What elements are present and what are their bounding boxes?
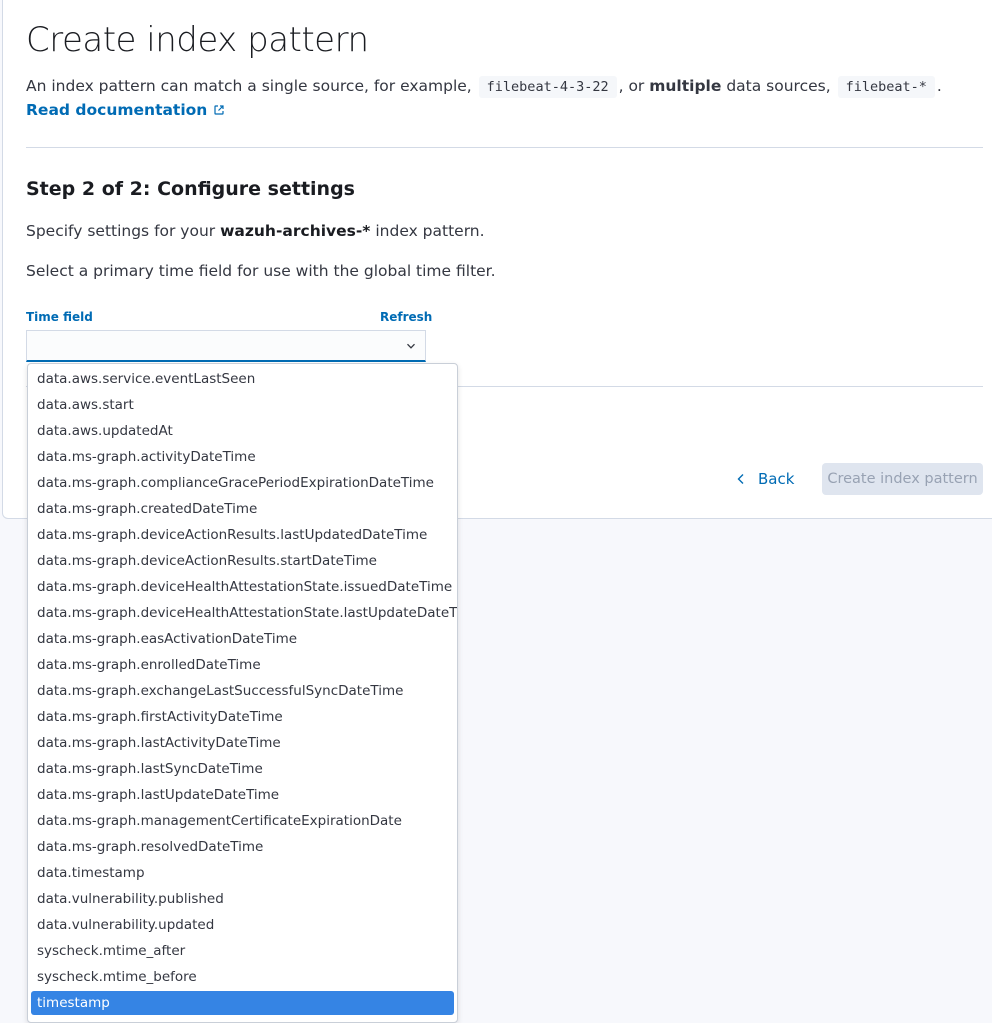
time-field-option[interactable]: data.vulnerability.updated	[31, 913, 454, 937]
time-field-option[interactable]: data.ms-graph.activityDateTime	[31, 445, 454, 469]
refresh-button[interactable]: Refresh	[380, 310, 432, 324]
step-title: Step 2 of 2: Configure settings	[26, 178, 355, 200]
time-field-option[interactable]: data.ms-graph.firstActivityDateTime	[31, 705, 454, 729]
time-field-option[interactable]: data.ms-graph.lastUpdateDateTime	[31, 783, 454, 807]
time-field-option[interactable]: data.ms-graph.managementCertificateExpir…	[31, 809, 454, 833]
time-field-option[interactable]: syscheck.mtime_before	[31, 965, 454, 989]
pattern-name: wazuh-archives-*	[220, 222, 371, 240]
external-link-icon	[214, 105, 224, 115]
intro-bold: multiple	[649, 77, 722, 95]
select-time-field-text: Select a primary time field for use with…	[26, 262, 496, 280]
time-field-option[interactable]: syscheck.mtime_after	[31, 939, 454, 963]
time-field-option[interactable]: data.timestamp	[31, 861, 454, 885]
specify-prefix: Specify settings for your	[26, 222, 221, 240]
time-field-option[interactable]: data.aws.service.eventLastSeen	[31, 367, 454, 391]
read-documentation-link[interactable]: Read documentation	[26, 101, 225, 119]
page-title: Create index pattern	[26, 20, 369, 60]
time-field-select[interactable]	[26, 330, 426, 362]
arrow-left-icon	[737, 474, 744, 484]
time-field-option[interactable]: data.ms-graph.deviceHealthAttestationSta…	[31, 575, 454, 599]
time-field-option[interactable]: data.ms-graph.lastSyncDateTime	[31, 757, 454, 781]
intro-text-part: data sources,	[721, 77, 836, 95]
chevron-down-icon	[407, 343, 415, 349]
intro-text-part: , or	[618, 77, 650, 95]
time-field-dropdown: data.aws.service.eventLastSeen data.aws.s…	[27, 363, 458, 1023]
read-documentation-label: Read documentation	[26, 101, 208, 119]
intro-text-part: .	[936, 77, 942, 95]
intro-text-part: An index pattern can match a single sour…	[26, 77, 477, 95]
time-field-option[interactable]: data.ms-graph.enrolledDateTime	[31, 653, 454, 677]
time-field-option[interactable]: data.ms-graph.createdDateTime	[31, 497, 454, 521]
time-field-option[interactable]: data.ms-graph.exchangeLastSuccessfulSync…	[31, 679, 454, 703]
example-code-multiple: filebeat-*	[837, 76, 935, 98]
time-field-option[interactable]: timestamp	[31, 991, 454, 1015]
time-field-option[interactable]: data.ms-graph.complianceGracePeriodExpir…	[31, 471, 454, 495]
time-field-option[interactable]: data.aws.start	[31, 393, 454, 417]
time-field-option[interactable]: data.ms-graph.easActivationDateTime	[31, 627, 454, 651]
time-field-option[interactable]: data.ms-graph.deviceActionResults.startD…	[31, 549, 454, 573]
time-field-option[interactable]: data.ms-graph.lastActivityDateTime	[31, 731, 454, 755]
example-code-single: filebeat-4-3-22	[478, 76, 617, 98]
specify-settings-text: Specify settings for your wazuh-archives…	[26, 222, 485, 240]
header-divider	[26, 147, 983, 148]
back-button-label: Back	[758, 470, 795, 488]
time-field-option[interactable]: data.ms-graph.resolvedDateTime	[31, 835, 454, 859]
time-field-label: Time field	[26, 310, 93, 324]
back-button[interactable]: Back	[728, 463, 802, 495]
intro-text: An index pattern can match a single sour…	[26, 75, 942, 98]
specify-suffix: index pattern.	[370, 222, 485, 240]
time-field-option[interactable]: data.ms-graph.deviceHealthAttestationSta…	[31, 601, 457, 625]
create-index-pattern-button[interactable]: Create index pattern	[822, 463, 983, 495]
time-field-option[interactable]: data.vulnerability.published	[31, 887, 454, 911]
time-field-option[interactable]: data.ms-graph.deviceActionResults.lastUp…	[31, 523, 454, 547]
time-field-option[interactable]: data.aws.updatedAt	[31, 419, 454, 443]
